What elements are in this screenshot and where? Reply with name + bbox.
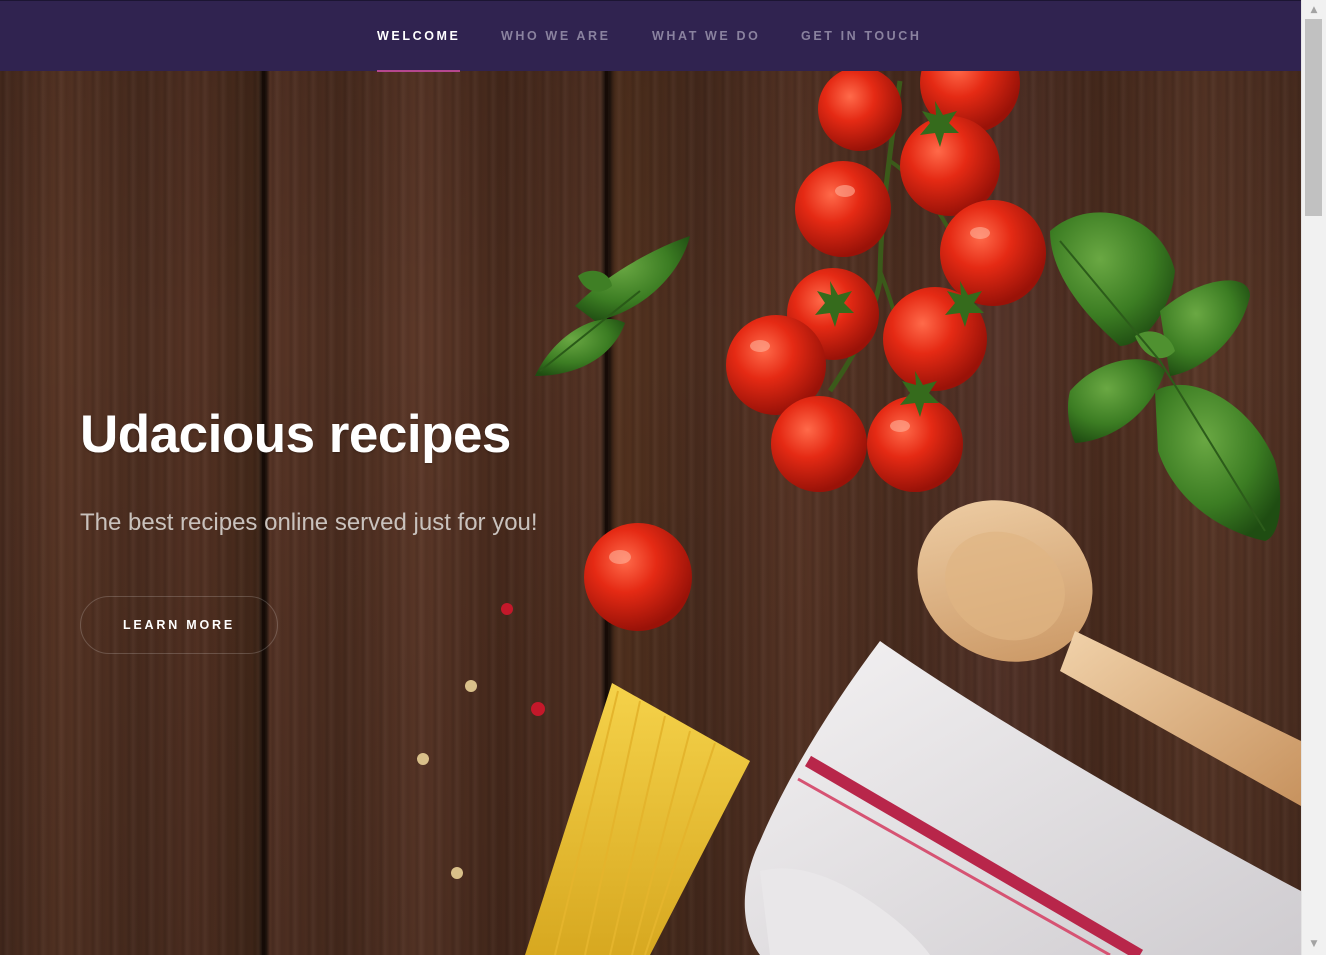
hero-section: Udacious recipes The best recipes online… [0, 71, 1301, 955]
scroll-down-arrow-icon[interactable]: ▼ [1302, 936, 1326, 953]
kitchen-towel [744, 641, 1301, 955]
nav-item-welcome[interactable]: WELCOME [377, 1, 461, 72]
hero-title: Udacious recipes [80, 405, 511, 464]
nav-item-get-in-touch[interactable]: GET IN TOUCH [801, 1, 922, 72]
basil-sprig-small [535, 236, 690, 376]
scroll-up-arrow-icon[interactable]: ▲ [1302, 2, 1326, 19]
page: WELCOME WHO WE ARE WHAT WE DO GET IN TOU… [0, 0, 1301, 955]
nav-item-who-we-are[interactable]: WHO WE ARE [501, 1, 611, 72]
top-navigation: WELCOME WHO WE ARE WHAT WE DO GET IN TOU… [0, 0, 1301, 72]
learn-more-button[interactable]: LEARN MORE [80, 596, 278, 654]
vertical-scrollbar[interactable]: ▲ ▼ [1301, 0, 1326, 955]
basil-sprig-large [1050, 212, 1281, 541]
hero-subtitle: The best recipes online served just for … [80, 509, 538, 536]
peppercorns [417, 603, 545, 879]
nav-item-what-we-do[interactable]: WHAT WE DO [652, 1, 760, 72]
scrollbar-thumb[interactable] [1305, 19, 1322, 216]
spaghetti-bundle [525, 683, 750, 955]
